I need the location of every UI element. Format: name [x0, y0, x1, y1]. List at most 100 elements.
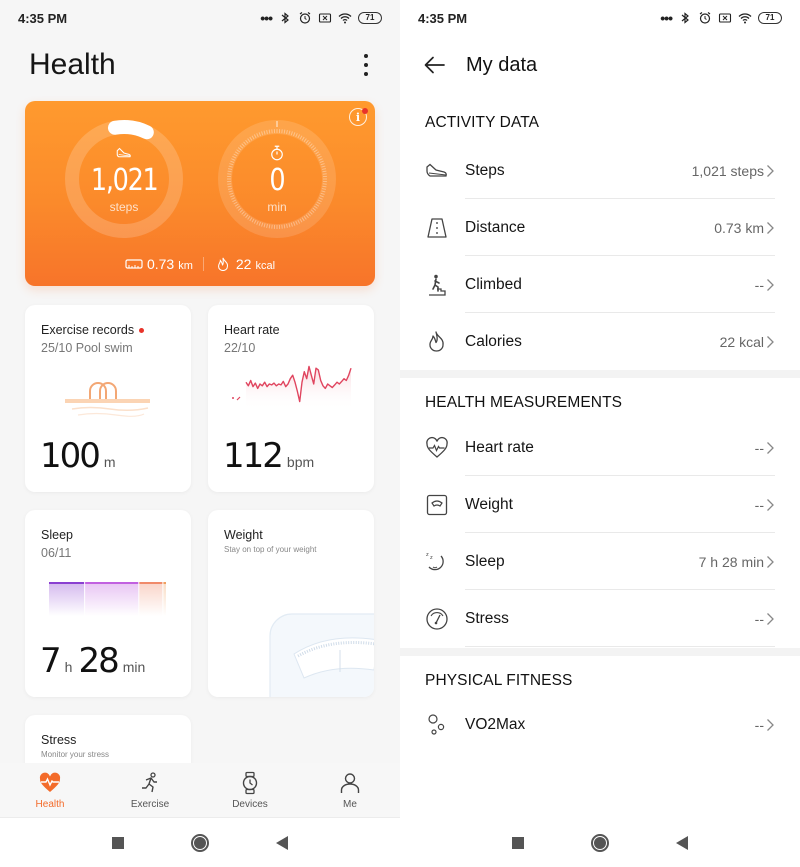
no-sim-icon: [718, 13, 732, 23]
heart-rate-fragment: [236, 396, 241, 401]
nav-tab-exercise[interactable]: Exercise: [100, 771, 200, 810]
sleep-card[interactable]: Sleep 06/11 7 h 28 min: [25, 510, 191, 697]
system-navigation-bar: [0, 818, 400, 867]
sleep-segment-deep: [49, 584, 85, 616]
exercise-subtitle: 25/10 Pool swim: [41, 341, 133, 355]
sleep-segment-top-rem: [139, 582, 163, 584]
wifi-icon: [738, 13, 752, 24]
sleep-segment-awake: [163, 584, 166, 616]
page-title: My data: [466, 53, 538, 76]
chevron-right-icon: [767, 718, 774, 731]
bubbles-icon: [428, 713, 445, 735]
recents-button[interactable]: [77, 828, 159, 858]
heart-rate-sparkline: [232, 365, 352, 410]
sleep-minutes-unit: min: [122, 659, 146, 675]
system-navigation-bar: [400, 818, 800, 867]
distance-value: 0.73: [146, 256, 175, 272]
physical-fitness-section: PHYSICAL FITNESS VO2Max --: [400, 656, 800, 818]
row-label: Sleep: [465, 552, 505, 570]
back-arrow-button[interactable]: [422, 52, 448, 78]
heart-pulse-icon: [426, 436, 448, 458]
row-value: --: [754, 439, 764, 456]
sleep-hours: 7: [40, 641, 62, 681]
scale-icon: [426, 494, 448, 515]
section-title-health: HEALTH MEASUREMENTS: [425, 394, 623, 411]
row-value: --: [754, 610, 764, 627]
status-time: 4:35 PM: [418, 10, 468, 26]
stress-title: Stress: [41, 733, 77, 747]
battery-indicator: 71: [758, 12, 782, 24]
wifi-icon: [338, 13, 352, 24]
steps-ring[interactable]: 1,021 steps: [62, 117, 186, 241]
row-weight[interactable]: Weight --: [400, 476, 800, 533]
weight-hint: Stay on top of your weight: [224, 545, 317, 554]
shoe-icon: [116, 147, 131, 158]
row-climbed[interactable]: Climbed --: [400, 256, 800, 313]
scale-illustration: [269, 613, 374, 697]
weight-card[interactable]: Weight Stay on top of your weight: [208, 510, 374, 697]
recents-icon: [112, 836, 124, 849]
activity-summary-card[interactable]: 1,021 steps 0 min i 0.73 km 22 kcal: [25, 101, 375, 286]
row-label: Climbed: [465, 275, 522, 293]
distance-summary: 0.73 km: [125, 256, 193, 272]
nav-tab-me[interactable]: Me: [300, 771, 400, 810]
row-stress[interactable]: Stress --: [400, 590, 800, 647]
chevron-right-icon: [767, 221, 774, 234]
heart-rate-point: [232, 397, 234, 399]
row-calories[interactable]: Calories 22 kcal: [400, 313, 800, 370]
heart-rate-unit: bpm: [286, 454, 315, 470]
home-button[interactable]: [559, 828, 641, 858]
exercise-records-card[interactable]: Exercise records 25/10 Pool swim 100 m: [25, 305, 191, 492]
row-sleep[interactable]: zz Sleep 7 h 28 min: [400, 533, 800, 590]
runner-icon: [142, 771, 157, 792]
status-bar: 4:35 PM ••• 71: [400, 0, 800, 36]
row-value: 0.73 km: [714, 219, 764, 236]
row-value: --: [754, 276, 764, 293]
row-vo2max[interactable]: VO2Max --: [400, 696, 800, 753]
status-icons: ••• 71: [260, 10, 382, 26]
row-value: --: [754, 716, 764, 733]
heart-rate-area: [246, 366, 351, 410]
activity-summary-row: 0.73 km 22 kcal: [25, 256, 375, 272]
exercise-title: Exercise records: [41, 323, 145, 337]
status-time: 4:35 PM: [18, 10, 68, 26]
exercise-value: 100: [40, 436, 101, 476]
calories-summary: 22 kcal: [214, 256, 275, 272]
heart-rate-date: 22/10: [224, 341, 256, 355]
weight-title: Weight: [224, 528, 263, 542]
bottom-navigation: Health Exercise Devices Me: [0, 763, 400, 818]
chevron-right-icon: [767, 278, 774, 291]
heart-rate-card[interactable]: Heart rate 22/10 112 bpm: [208, 305, 374, 492]
section-title-fitness: PHYSICAL FITNESS: [425, 672, 573, 689]
recents-icon: [512, 836, 524, 849]
exercise-distance: 100 m: [40, 436, 122, 476]
nav-label-health: Health: [35, 798, 65, 810]
steps-unit: steps: [109, 200, 139, 214]
nav-tab-health[interactable]: Health: [0, 771, 100, 810]
battery-indicator: 71: [358, 12, 382, 24]
active-minutes-ring[interactable]: 0 min: [215, 117, 339, 241]
heart-rate-reading: 112 bpm: [223, 436, 320, 476]
back-system-button[interactable]: [241, 828, 323, 858]
chevron-right-icon: [767, 555, 774, 568]
back-system-button[interactable]: [641, 828, 723, 858]
recents-button[interactable]: [477, 828, 559, 858]
row-heart-rate[interactable]: Heart rate --: [400, 419, 800, 476]
chevron-right-icon: [767, 164, 774, 177]
home-button[interactable]: [159, 828, 241, 858]
more-options-button[interactable]: [356, 51, 376, 79]
heart-rate-value: 112: [223, 436, 284, 476]
minutes-unit: min: [267, 200, 287, 214]
flame-icon: [429, 330, 444, 352]
nav-tab-devices[interactable]: Devices: [200, 771, 300, 810]
nav-label-devices: Devices: [232, 798, 268, 810]
sleep-segment-top-awake: [163, 582, 166, 584]
notification-dot: [362, 108, 368, 114]
minutes-value: 0: [269, 163, 286, 198]
sleep-segment-light: [85, 584, 139, 616]
home-icon: [591, 833, 609, 852]
row-steps[interactable]: Steps 1,021 steps: [400, 142, 800, 199]
row-distance[interactable]: Distance 0.73 km: [400, 199, 800, 256]
health-measurements-section: HEALTH MEASUREMENTS Heart rate -- Weight…: [400, 378, 800, 648]
row-value: 22 kcal: [719, 333, 764, 350]
